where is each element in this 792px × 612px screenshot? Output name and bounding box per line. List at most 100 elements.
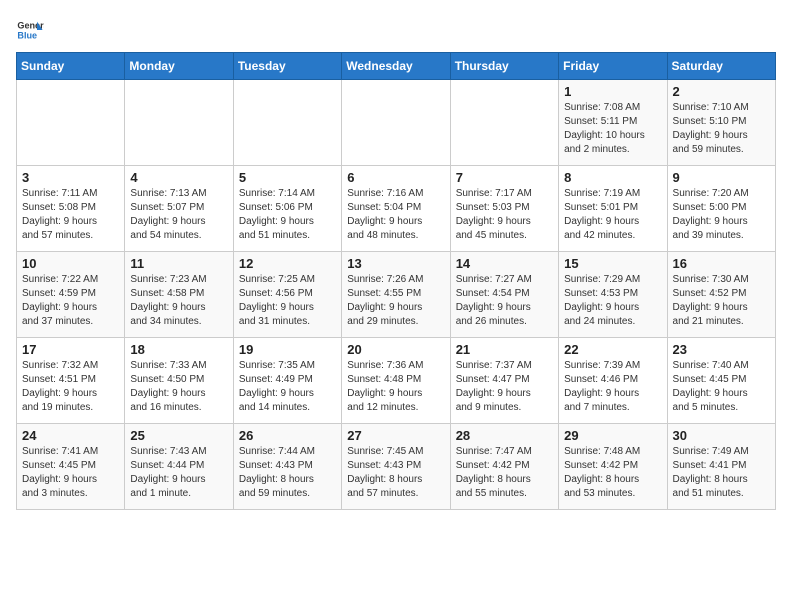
weekday-header-cell: Thursday bbox=[450, 53, 558, 80]
day-info: Sunrise: 7:16 AM Sunset: 5:04 PM Dayligh… bbox=[347, 187, 444, 243]
day-info: Sunrise: 7:29 AM Sunset: 4:53 PM Dayligh… bbox=[564, 273, 661, 329]
day-number: 8 bbox=[564, 170, 661, 185]
day-info: Sunrise: 7:27 AM Sunset: 4:54 PM Dayligh… bbox=[456, 273, 553, 329]
calendar-day-cell: 11 Sunrise: 7:23 AM Sunset: 4:58 PM Dayli… bbox=[125, 252, 233, 338]
calendar-day-cell: 7Sunrise: 7:17 AM Sunset: 5:03 PM Daylig… bbox=[450, 166, 558, 252]
calendar-day-cell: 25 Sunrise: 7:43 AM Sunset: 4:44 PM Dayli… bbox=[125, 424, 233, 510]
day-number: 6 bbox=[347, 170, 444, 185]
day-number: 4 bbox=[130, 170, 227, 185]
day-number: 25 bbox=[130, 428, 227, 443]
day-info: Sunrise: 7:23 AM Sunset: 4:58 PM Dayligh… bbox=[130, 273, 227, 329]
day-info: Sunrise: 7:40 AM Sunset: 4:45 PM Dayligh… bbox=[673, 359, 770, 415]
calendar-day-cell: 17 Sunrise: 7:32 AM Sunset: 4:51 PM Dayli… bbox=[17, 338, 125, 424]
day-number: 27 bbox=[347, 428, 444, 443]
day-number: 10 bbox=[22, 256, 119, 271]
day-info: Sunrise: 7:32 AM Sunset: 4:51 PM Dayligh… bbox=[22, 359, 119, 415]
day-info: Sunrise: 7:14 AM Sunset: 5:06 PM Dayligh… bbox=[239, 187, 336, 243]
calendar-week-row: 17 Sunrise: 7:32 AM Sunset: 4:51 PM Dayli… bbox=[17, 338, 776, 424]
calendar-day-cell: 18 Sunrise: 7:33 AM Sunset: 4:50 PM Dayli… bbox=[125, 338, 233, 424]
day-number: 20 bbox=[347, 342, 444, 357]
calendar-day-cell bbox=[450, 80, 558, 166]
calendar-day-cell bbox=[125, 80, 233, 166]
day-info: Sunrise: 7:37 AM Sunset: 4:47 PM Dayligh… bbox=[456, 359, 553, 415]
day-info: Sunrise: 7:47 AM Sunset: 4:42 PM Dayligh… bbox=[456, 445, 553, 501]
svg-text:Blue: Blue bbox=[17, 30, 37, 40]
day-number: 3 bbox=[22, 170, 119, 185]
calendar-day-cell bbox=[233, 80, 341, 166]
calendar-day-cell: 30 Sunrise: 7:49 AM Sunset: 4:41 PM Dayli… bbox=[667, 424, 775, 510]
day-number: 2 bbox=[673, 84, 770, 99]
day-number: 30 bbox=[673, 428, 770, 443]
calendar-day-cell: 1Sunrise: 7:08 AM Sunset: 5:11 PM Daylig… bbox=[559, 80, 667, 166]
day-info: Sunrise: 7:36 AM Sunset: 4:48 PM Dayligh… bbox=[347, 359, 444, 415]
day-number: 1 bbox=[564, 84, 661, 99]
day-number: 24 bbox=[22, 428, 119, 443]
calendar-day-cell: 13 Sunrise: 7:26 AM Sunset: 4:55 PM Dayli… bbox=[342, 252, 450, 338]
header: General Blue bbox=[16, 16, 776, 44]
calendar-day-cell: 27 Sunrise: 7:45 AM Sunset: 4:43 PM Dayli… bbox=[342, 424, 450, 510]
calendar-table: SundayMondayTuesdayWednesdayThursdayFrid… bbox=[16, 52, 776, 510]
day-number: 19 bbox=[239, 342, 336, 357]
day-info: Sunrise: 7:26 AM Sunset: 4:55 PM Dayligh… bbox=[347, 273, 444, 329]
weekday-header-cell: Saturday bbox=[667, 53, 775, 80]
calendar-day-cell: 24Sunrise: 7:41 AM Sunset: 4:45 PM Dayli… bbox=[17, 424, 125, 510]
calendar-day-cell: 9 Sunrise: 7:20 AM Sunset: 5:00 PM Daylig… bbox=[667, 166, 775, 252]
weekday-header-cell: Monday bbox=[125, 53, 233, 80]
calendar-day-cell: 28 Sunrise: 7:47 AM Sunset: 4:42 PM Dayli… bbox=[450, 424, 558, 510]
calendar-week-row: 10 Sunrise: 7:22 AM Sunset: 4:59 PM Dayli… bbox=[17, 252, 776, 338]
weekday-header-cell: Friday bbox=[559, 53, 667, 80]
calendar-week-row: 3Sunrise: 7:11 AM Sunset: 5:08 PM Daylig… bbox=[17, 166, 776, 252]
day-number: 18 bbox=[130, 342, 227, 357]
day-info: Sunrise: 7:13 AM Sunset: 5:07 PM Dayligh… bbox=[130, 187, 227, 243]
day-info: Sunrise: 7:44 AM Sunset: 4:43 PM Dayligh… bbox=[239, 445, 336, 501]
calendar-day-cell: 4 Sunrise: 7:13 AM Sunset: 5:07 PM Daylig… bbox=[125, 166, 233, 252]
logo-icon: General Blue bbox=[16, 16, 44, 44]
calendar-day-cell: 23 Sunrise: 7:40 AM Sunset: 4:45 PM Dayli… bbox=[667, 338, 775, 424]
day-info: Sunrise: 7:20 AM Sunset: 5:00 PM Dayligh… bbox=[673, 187, 770, 243]
day-number: 21 bbox=[456, 342, 553, 357]
logo: General Blue bbox=[16, 16, 44, 44]
day-info: Sunrise: 7:33 AM Sunset: 4:50 PM Dayligh… bbox=[130, 359, 227, 415]
day-info: Sunrise: 7:48 AM Sunset: 4:42 PM Dayligh… bbox=[564, 445, 661, 501]
day-number: 15 bbox=[564, 256, 661, 271]
calendar-day-cell: 26 Sunrise: 7:44 AM Sunset: 4:43 PM Dayli… bbox=[233, 424, 341, 510]
calendar-day-cell: 8 Sunrise: 7:19 AM Sunset: 5:01 PM Daylig… bbox=[559, 166, 667, 252]
day-number: 5 bbox=[239, 170, 336, 185]
day-info: Sunrise: 7:25 AM Sunset: 4:56 PM Dayligh… bbox=[239, 273, 336, 329]
day-info: Sunrise: 7:19 AM Sunset: 5:01 PM Dayligh… bbox=[564, 187, 661, 243]
day-number: 26 bbox=[239, 428, 336, 443]
day-number: 23 bbox=[673, 342, 770, 357]
day-number: 16 bbox=[673, 256, 770, 271]
day-number: 12 bbox=[239, 256, 336, 271]
calendar-day-cell: 20 Sunrise: 7:36 AM Sunset: 4:48 PM Dayli… bbox=[342, 338, 450, 424]
day-info: Sunrise: 7:43 AM Sunset: 4:44 PM Dayligh… bbox=[130, 445, 227, 501]
weekday-header-cell: Wednesday bbox=[342, 53, 450, 80]
calendar-day-cell: 5 Sunrise: 7:14 AM Sunset: 5:06 PM Daylig… bbox=[233, 166, 341, 252]
day-number: 14 bbox=[456, 256, 553, 271]
calendar-day-cell: 21 Sunrise: 7:37 AM Sunset: 4:47 PM Dayli… bbox=[450, 338, 558, 424]
weekday-header-row: SundayMondayTuesdayWednesdayThursdayFrid… bbox=[17, 53, 776, 80]
day-info: Sunrise: 7:10 AM Sunset: 5:10 PM Dayligh… bbox=[673, 101, 770, 157]
day-number: 11 bbox=[130, 256, 227, 271]
calendar-day-cell: 2 Sunrise: 7:10 AM Sunset: 5:10 PM Daylig… bbox=[667, 80, 775, 166]
calendar-day-cell bbox=[17, 80, 125, 166]
day-number: 28 bbox=[456, 428, 553, 443]
day-number: 13 bbox=[347, 256, 444, 271]
day-number: 17 bbox=[22, 342, 119, 357]
day-info: Sunrise: 7:39 AM Sunset: 4:46 PM Dayligh… bbox=[564, 359, 661, 415]
day-info: Sunrise: 7:45 AM Sunset: 4:43 PM Dayligh… bbox=[347, 445, 444, 501]
day-info: Sunrise: 7:49 AM Sunset: 4:41 PM Dayligh… bbox=[673, 445, 770, 501]
day-info: Sunrise: 7:22 AM Sunset: 4:59 PM Dayligh… bbox=[22, 273, 119, 329]
day-info: Sunrise: 7:35 AM Sunset: 4:49 PM Dayligh… bbox=[239, 359, 336, 415]
calendar-week-row: 24Sunrise: 7:41 AM Sunset: 4:45 PM Dayli… bbox=[17, 424, 776, 510]
day-number: 9 bbox=[673, 170, 770, 185]
day-number: 29 bbox=[564, 428, 661, 443]
calendar-day-cell: 19 Sunrise: 7:35 AM Sunset: 4:49 PM Dayli… bbox=[233, 338, 341, 424]
day-info: Sunrise: 7:17 AM Sunset: 5:03 PM Dayligh… bbox=[456, 187, 553, 243]
calendar-day-cell: 6 Sunrise: 7:16 AM Sunset: 5:04 PM Daylig… bbox=[342, 166, 450, 252]
calendar-day-cell: 16Sunrise: 7:30 AM Sunset: 4:52 PM Dayli… bbox=[667, 252, 775, 338]
calendar-day-cell: 29 Sunrise: 7:48 AM Sunset: 4:42 PM Dayli… bbox=[559, 424, 667, 510]
calendar-day-cell: 15 Sunrise: 7:29 AM Sunset: 4:53 PM Dayli… bbox=[559, 252, 667, 338]
calendar-day-cell: 12 Sunrise: 7:25 AM Sunset: 4:56 PM Dayli… bbox=[233, 252, 341, 338]
day-number: 22 bbox=[564, 342, 661, 357]
